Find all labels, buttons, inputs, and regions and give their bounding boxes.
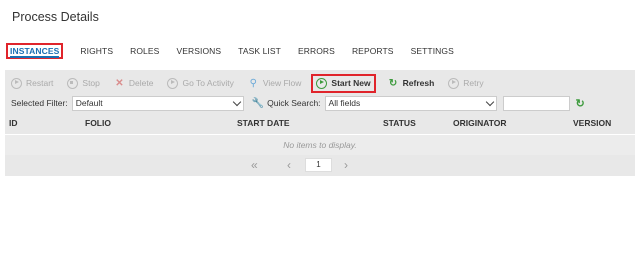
refresh-button[interactable]: ↻ Refresh <box>388 77 434 89</box>
quick-search-value: All fields <box>328 98 361 108</box>
next-page-icon[interactable]: › <box>344 158 348 172</box>
start-new-icon <box>316 77 328 89</box>
tab-task-list[interactable]: TASK LIST <box>238 46 281 56</box>
tab-bar: INSTANCES RIGHTS ROLES VERSIONS TASK LIS… <box>6 43 471 59</box>
delete-icon: ✕ <box>115 77 124 89</box>
tab-reports[interactable]: REPORTS <box>352 46 394 56</box>
quick-search-label: Quick Search: <box>267 98 321 108</box>
quick-search-dropdown[interactable]: All fields <box>324 95 497 111</box>
selected-filter-value: Default <box>75 98 103 108</box>
grid-header: ID FOLIO START DATE STATUS ORIGINATOR VE… <box>5 115 635 131</box>
tab-settings[interactable]: SETTINGS <box>411 46 454 56</box>
column-originator[interactable]: ORIGINATOR <box>453 118 507 128</box>
instances-panel: Restart Stop ✕ Delete Go To Activity ⚲ V… <box>5 70 635 176</box>
page-number-input[interactable]: 1 <box>305 158 332 172</box>
tab-roles[interactable]: ROLES <box>130 46 159 56</box>
tab-instances[interactable]: INSTANCES <box>6 43 64 59</box>
empty-message: No items to display. <box>283 140 357 150</box>
refresh-icon: ↻ <box>388 77 398 89</box>
filter-row: Selected Filter: Default 🔧 Quick Search:… <box>5 95 635 111</box>
column-id[interactable]: ID <box>9 118 18 128</box>
go-to-activity-button[interactable]: Go To Activity <box>167 77 234 89</box>
restart-icon <box>11 77 22 89</box>
page-title: Process Details <box>12 10 99 24</box>
previous-page-icon[interactable]: ‹ <box>287 158 291 172</box>
go-to-activity-icon <box>167 77 179 89</box>
stop-button[interactable]: Stop <box>67 77 100 89</box>
first-page-icon[interactable]: « <box>251 158 258 172</box>
chevron-down-icon <box>232 97 241 106</box>
tab-rights[interactable]: RIGHTS <box>80 46 113 56</box>
tab-versions[interactable]: VERSIONS <box>176 46 221 56</box>
tab-errors[interactable]: ERRORS <box>298 46 335 56</box>
delete-button[interactable]: ✕ Delete <box>114 77 153 89</box>
column-status[interactable]: STATUS <box>383 118 416 128</box>
selected-filter-dropdown[interactable]: Default <box>71 95 244 111</box>
view-flow-button[interactable]: ⚲ View Flow <box>248 78 302 89</box>
retry-icon <box>448 77 460 89</box>
toolbar: Restart Stop ✕ Delete Go To Activity ⚲ V… <box>5 72 635 94</box>
column-folio[interactable]: FOLIO <box>85 118 111 128</box>
stop-icon <box>67 77 79 89</box>
view-flow-icon: ⚲ <box>249 77 257 89</box>
restart-button[interactable]: Restart <box>11 77 53 89</box>
search-refresh-icon[interactable]: ↻ <box>576 97 585 110</box>
grid-body: No items to display. <box>5 134 635 155</box>
quick-search-input[interactable] <box>502 95 570 111</box>
wrench-icon: 🔧 <box>251 97 265 109</box>
pager: « ‹ 1 › <box>5 156 635 174</box>
selected-filter-label: Selected Filter: <box>11 98 68 108</box>
start-new-button[interactable]: Start New <box>311 73 376 93</box>
column-start-date[interactable]: START DATE <box>237 118 290 128</box>
column-version[interactable]: VERSION <box>573 118 611 128</box>
chevron-down-icon <box>485 97 494 106</box>
retry-button[interactable]: Retry <box>448 77 484 89</box>
